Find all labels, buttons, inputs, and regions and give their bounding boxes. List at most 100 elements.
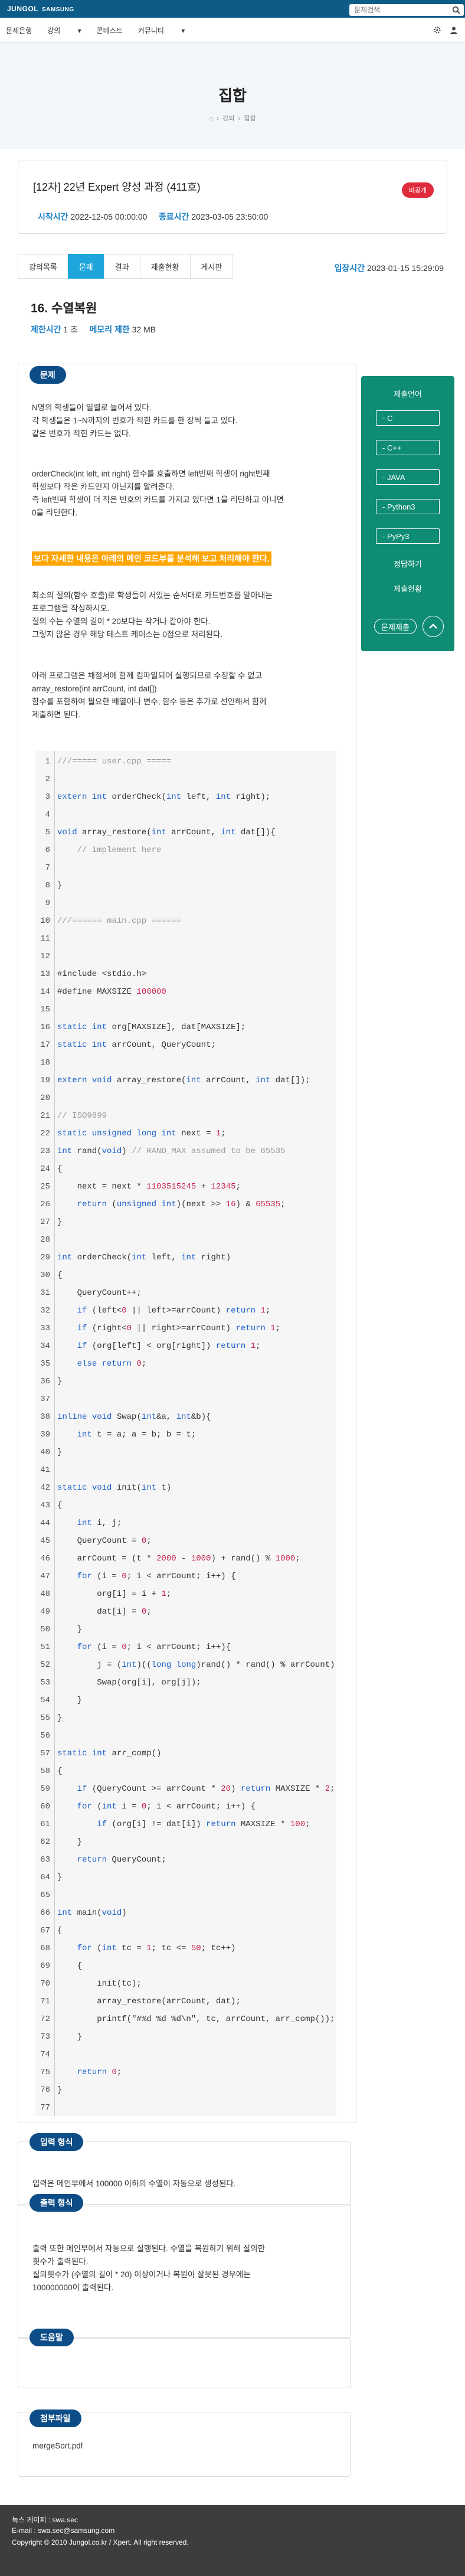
input-format-label: 입력 형식 <box>30 2133 84 2151</box>
memory-limit-label: 메모리 제한 <box>89 325 130 334</box>
code-text: else return 0; <box>77 1359 147 1369</box>
code-text: for (int tc = 1; tc <= 50; tc++) <box>77 1944 236 1953</box>
page-hero: 집합 ⌂ › 강의 › 집합 <box>0 43 465 149</box>
code-line: 63 return QueryCount; <box>35 1854 336 1866</box>
tab-board[interactable]: 게시판 <box>189 254 234 279</box>
code-text: QueryCount = 0; <box>57 1536 152 1546</box>
code-line: 13 #include <stdio.h> <box>35 968 336 980</box>
line-number: 41 <box>40 1465 50 1475</box>
line-number: 8 <box>45 881 50 890</box>
search-box[interactable] <box>349 4 464 16</box>
menu-community-label[interactable]: 커뮤니티 <box>138 27 164 35</box>
desc-line: orderCheck(int left, int right) 함수를 호출하면… <box>32 469 270 478</box>
code-line: 64} <box>35 1872 336 1883</box>
lang-python3[interactable]: - Python3 <box>376 499 440 514</box>
code-line: 7 <box>35 862 336 874</box>
tab-submission-status[interactable]: 제출현황 <box>139 254 190 279</box>
line-number: 53 <box>40 1678 50 1687</box>
code-line: 69 { <box>35 1960 336 1972</box>
line-number: 68 <box>40 1944 50 1953</box>
code-line: 77 <box>35 2102 336 2114</box>
site-logo[interactable]: JUNGOL SAMSUNG <box>7 5 74 13</box>
code-text: ///===== user.cpp ===== <box>57 757 172 766</box>
gear-icon[interactable] <box>433 26 441 34</box>
desc-paragraph: orderCheck(int left, int right) 함수를 호출하면… <box>32 468 345 520</box>
end-time: 2023-03-05 23:50:00 <box>191 212 268 221</box>
attachment-file-link[interactable]: mergeSort.pdf <box>32 2440 83 2453</box>
code-line: 18 <box>35 1057 336 1069</box>
desc-paragraph: 아래 프로그램은 채점서에 함께 컴파일되어 실행되므로 수정할 수 없고 ar… <box>32 670 345 721</box>
code-line: 1 ///===== user.cpp ===== <box>35 756 336 768</box>
line-number: 52 <box>40 1660 50 1670</box>
lang-c[interactable]: - C <box>376 410 440 426</box>
code-text: return QueryCount; <box>77 1855 166 1865</box>
desc-line: 함수를 포함하여 필요한 배열이나 변수, 함수 등은 추가로 선언해서 함께 <box>32 697 267 706</box>
start-time: 2022-12-05 00:00:00 <box>70 212 148 221</box>
course-tabs: 강의목록 문제 결과 제출현황 게시판 <box>18 254 234 279</box>
line-number: 55 <box>40 1713 50 1723</box>
code-text: static int org[MAXSIZE], dat[MAXSIZE]; <box>57 1023 246 1032</box>
breadcrumb-lecture[interactable]: 강의 <box>222 115 234 122</box>
logo-text[interactable]: JUNGOL <box>7 5 38 13</box>
line-number: 12 <box>40 952 50 961</box>
lang-java[interactable]: - JAVA <box>376 469 440 485</box>
menu-contest[interactable]: 콘테스트 <box>97 25 123 35</box>
code-line: 14 #define MAXSIZE 100000 <box>35 986 336 998</box>
code-text: Swap(org[i], org[j]); <box>57 1678 201 1687</box>
menu-lecture[interactable]: 강의 ▾ <box>47 25 81 35</box>
line-number: 62 <box>40 1837 50 1847</box>
code-line: 31 QueryCount++; <box>35 1287 336 1299</box>
search-icon[interactable] <box>452 6 460 14</box>
home-icon[interactable]: ⌂ <box>209 115 214 122</box>
code-text: for (i = 0; i < arrCount; i++) { <box>77 1572 236 1581</box>
output-line: 횟수가 출력된다. <box>32 2257 89 2266</box>
time-limit-label: 제한시간 <box>31 325 61 334</box>
code-line: 32 if (left<0 || left>=arrCount) return … <box>35 1305 336 1317</box>
code-line: 73 } <box>35 2031 336 2043</box>
tab-result[interactable]: 결과 <box>103 254 140 279</box>
line-number: 69 <box>40 1961 50 1971</box>
menu-lecture-label[interactable]: 강의 <box>47 27 60 35</box>
code-line: 75 return 0; <box>35 2066 336 2078</box>
entry-value: 2023-01-15 15:29:09 <box>367 263 444 273</box>
code-text: } <box>57 2032 83 2042</box>
submit-button[interactable]: 문제제출 <box>374 619 417 634</box>
main-nav: 문제은행 강의 ▾ 콘테스트 커뮤니티 ▾ <box>0 18 465 43</box>
line-number: 61 <box>40 1820 50 1829</box>
tab-lecture-list[interactable]: 강의목록 <box>18 254 68 279</box>
breadcrumb-current: 집합 <box>244 115 256 122</box>
code-line: 23 int rand(void) // RAND_MAX assumed to … <box>35 1145 336 1157</box>
search-input[interactable] <box>354 6 443 14</box>
line-number: 70 <box>40 1979 50 1989</box>
link-submissions[interactable]: 제출현황 <box>361 583 454 594</box>
line-number: 75 <box>40 2068 50 2077</box>
desc-paragraph: N명의 학생들이 일렬로 늘어서 있다. 각 학생들은 1~N까지의 번호가 적… <box>32 401 345 440</box>
lang-cpp[interactable]: - C++ <box>376 440 440 455</box>
output-format-box: 출력 또한 메인부에서 자동으로 실행된다. 수열을 복원하기 위해 질의한 횟… <box>18 2204 351 2339</box>
code-text: } <box>57 1217 63 1227</box>
code-line: 16 static int org[MAXSIZE], dat[MAXSIZE]; <box>35 1021 336 1033</box>
desc-line: array_restore(int arrCount, int dat[]) <box>32 684 157 693</box>
line-number: 15 <box>40 1005 50 1014</box>
code-text: int rand(void) // RAND_MAX assumed to be… <box>57 1147 286 1156</box>
lang-pypy3[interactable]: - PyPy3 <box>376 528 440 544</box>
line-number: 46 <box>40 1554 50 1563</box>
code-block[interactable]: 1///===== user.cpp ===== 2 3 extern int ord… <box>35 751 336 2116</box>
line-number: 19 <box>40 1076 50 1085</box>
help-label: 도움말 <box>30 2329 74 2346</box>
desc-line: N명의 학생들이 일렬로 늘어서 있다. <box>32 403 152 412</box>
code-line: 39 int t = a; a = b; b = t; <box>35 1429 336 1441</box>
code-line: 72 printf("#%d %d %d\n", tc, arrCount, a… <box>35 2013 336 2025</box>
code-line: 50 } <box>35 1624 336 1635</box>
user-icon[interactable] <box>450 26 458 34</box>
line-number: 33 <box>40 1324 50 1333</box>
line-number: 71 <box>40 1997 50 2006</box>
tab-problem[interactable]: 문제 <box>67 254 104 279</box>
menu-community[interactable]: 커뮤니티 ▾ <box>138 25 185 35</box>
page-title: 집합 <box>218 87 247 105</box>
code-text: } <box>57 1713 63 1723</box>
menu-problem-bank[interactable]: 문제은행 <box>6 25 32 35</box>
line-number: 77 <box>40 2103 50 2113</box>
scroll-top-button[interactable] <box>423 616 444 637</box>
link-answer[interactable]: 정답하기 <box>361 558 454 569</box>
